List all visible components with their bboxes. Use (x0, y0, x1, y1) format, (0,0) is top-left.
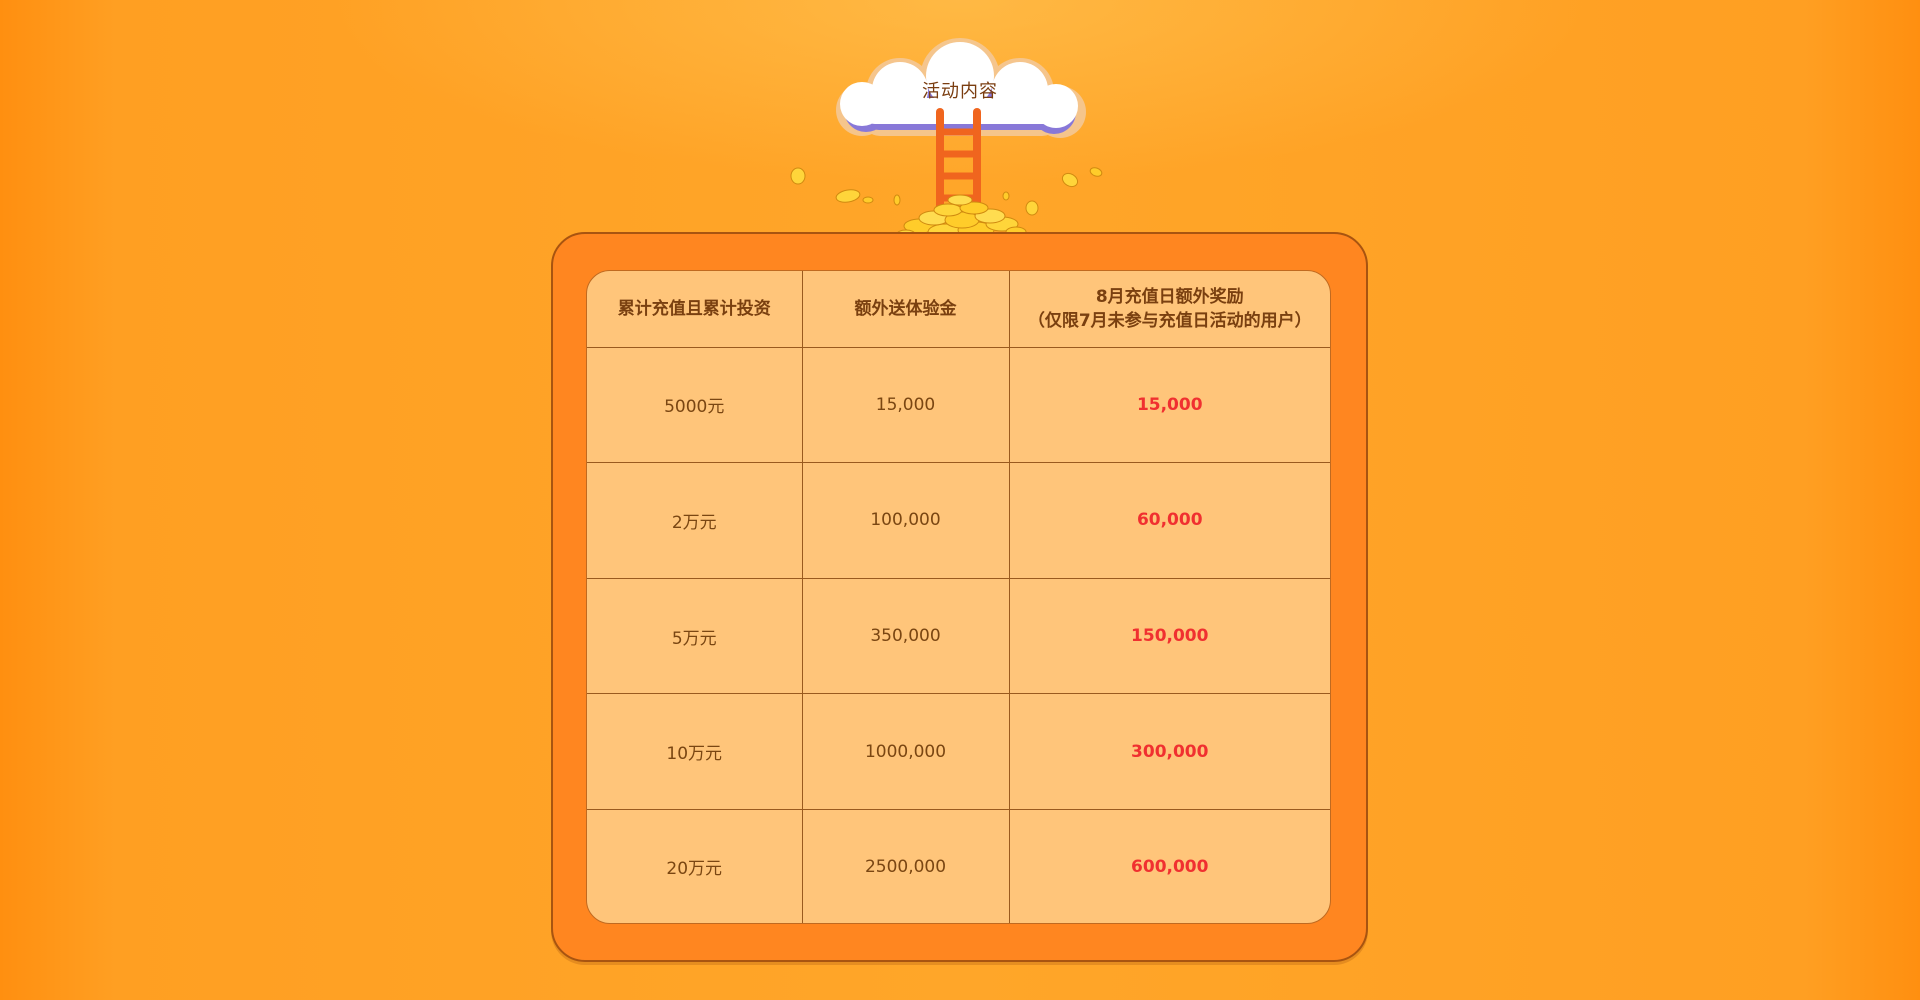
activity-title: 活动内容 (922, 81, 998, 102)
table-row: 20万元 2500,000 600,000 (587, 809, 1330, 923)
extra-reward-cell: 150,000 (1009, 578, 1330, 695)
trial-gold-cell: 1000,000 (802, 693, 1010, 811)
activity-hero-illustration: 活动内容 (770, 20, 1150, 260)
table-row: 5万元 350,000 150,000 (587, 578, 1330, 695)
extra-reward-cell: 600,000 (1131, 856, 1209, 877)
cloud-ladder-coins-graphic (790, 38, 1103, 250)
trial-gold-cell: 15,000 (802, 347, 1010, 464)
reward-table: 累计充值且累计投资 额外送体验金 8月充值日额外奖励 （仅限7月未参与充值日活动… (587, 271, 1330, 923)
threshold-cell: 10万元 (587, 693, 803, 811)
trial-gold-cell: 2500,000 (802, 809, 1010, 923)
extra-reward-cell: 300,000 (1009, 693, 1330, 811)
header-extra-trial-gold: 额外送体验金 (802, 271, 1010, 348)
reward-table-container: 累计充值且累计投资 额外送体验金 8月充值日额外奖励 （仅限7月未参与充值日活动… (586, 270, 1331, 924)
reward-board: 累计充值且累计投资 额外送体验金 8月充值日额外奖励 （仅限7月未参与充值日活动… (551, 232, 1368, 962)
threshold-cell: 20万元 (587, 809, 803, 923)
table-header-row: 累计充值且累计投资 额外送体验金 8月充值日额外奖励 （仅限7月未参与充值日活动… (587, 271, 1330, 348)
extra-reward-cell: 15,000 (1009, 347, 1330, 464)
header-cumulative-recharge-investment: 累计充值且累计投资 (587, 271, 803, 348)
threshold-cell: 2万元 (587, 462, 803, 579)
extra-reward-cell: 60,000 (1009, 462, 1330, 579)
trial-gold-cell: 350,000 (802, 578, 1010, 695)
threshold-cell: 5000元 (587, 347, 803, 464)
table-row: 5000元 15,000 15,000 (587, 347, 1330, 464)
header-august-extra-reward-line1: 8月充值日额外奖励 (1095, 286, 1244, 307)
trial-gold-cell: 100,000 (802, 462, 1010, 579)
header-august-extra-reward-line2: （仅限7月未参与充值日活动的用户） (1027, 310, 1312, 331)
table-row: 2万元 100,000 60,000 (587, 462, 1330, 579)
threshold-cell: 5万元 (587, 578, 803, 695)
header-august-extra-reward: 8月充值日额外奖励 （仅限7月未参与充值日活动的用户） (1009, 271, 1330, 348)
table-row: 10万元 1000,000 300,000 (587, 693, 1330, 811)
